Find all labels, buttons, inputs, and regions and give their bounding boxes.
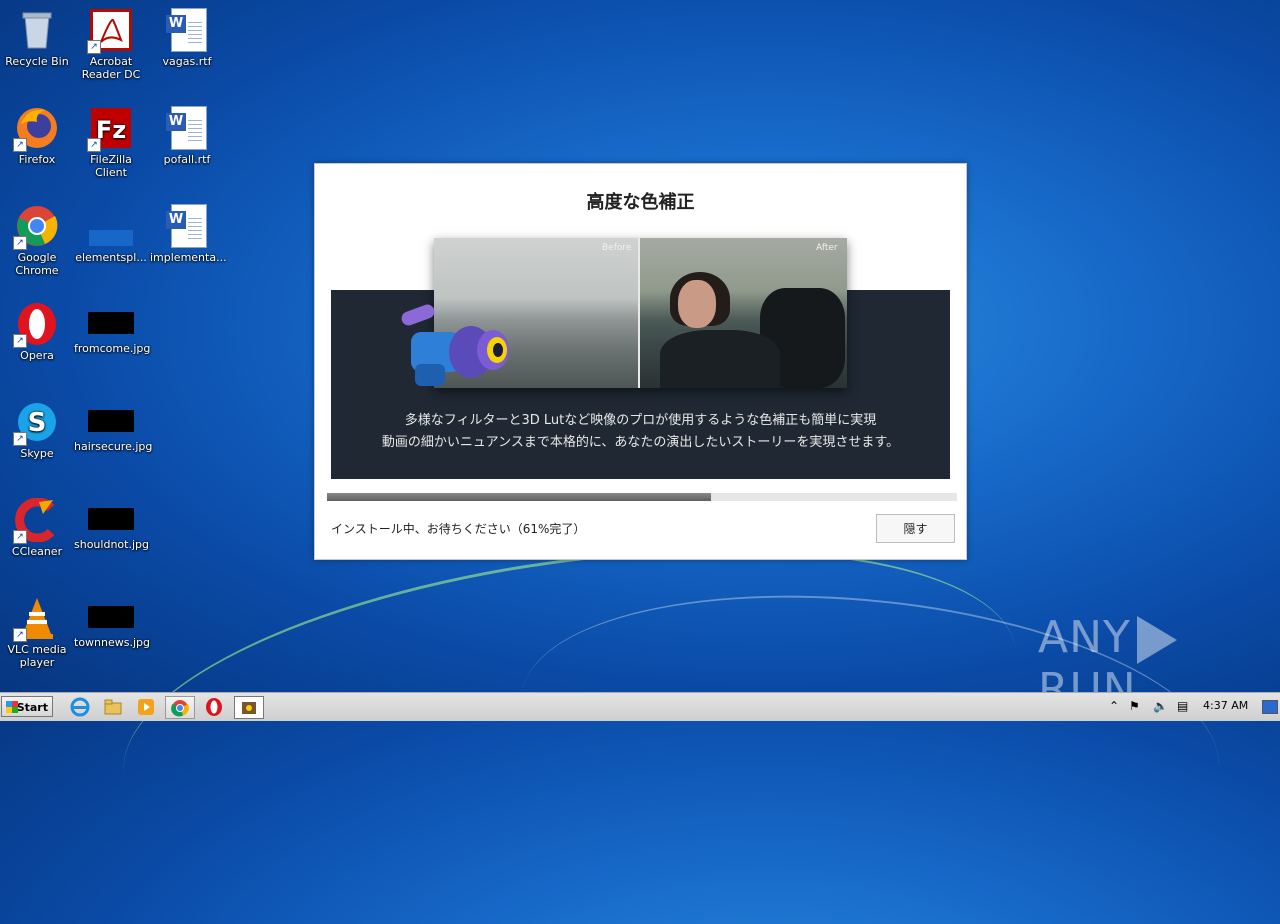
word-doc-icon: W [165,8,209,52]
installer-dialog: 高度な色補正 多様なフィルターと3D Lutなど映像のプロが使用するような色補正… [314,163,967,560]
opera-icon: ↗ [13,302,59,348]
desktop-icon-vlc[interactable]: ↗ VLC media player [0,596,74,669]
ccleaner-icon: ↗ [13,497,59,544]
desktop-icon-label: Opera [20,349,54,362]
windows-logo-icon [6,701,18,713]
desktop-icon-label: VLC media player [7,643,67,669]
desktop-icon-vagas[interactable]: W vagas.rtf [150,8,224,68]
word-doc-icon: W [165,204,209,248]
word-doc-icon: W [165,106,209,150]
install-progress-fill [327,493,712,501]
install-status-text: インストール中、お待ちください（61%完了） [331,522,586,536]
show-hidden-icons-chevron-icon[interactable]: ⌃ [1109,699,1119,713]
desktop-icon-pofall[interactable]: W pofall.rtf [150,106,224,166]
explorer-taskbar-icon[interactable] [99,696,127,717]
start-label: Start [16,701,48,714]
after-image [640,238,847,388]
blank-file-icon [89,204,133,248]
desktop-icon-label: Google Chrome [15,251,59,277]
chrome-icon: ↗ [13,204,59,250]
skype-icon: S ↗ [13,400,59,446]
desktop-icon-recycle-bin[interactable]: Recycle Bin [0,8,74,68]
hide-button[interactable]: 隠す [876,514,955,543]
banner-description: 多様なフィルターと3D Lutなど映像のプロが使用するような色補正も簡単に実現 … [331,410,950,454]
desktop-icon-shouldnot[interactable]: shouldnot.jpg [74,498,149,551]
jpg-thumb-icon [88,312,134,334]
start-button[interactable]: Start [1,696,53,717]
install-progress-bar [327,493,957,501]
desktop-icon-label: FileZilla Client [90,153,132,179]
recycle-bin-icon [15,8,59,52]
desktop-icon-label: CCleaner [11,545,63,558]
play-logo-icon [1136,616,1177,664]
before-label: Before [602,243,632,253]
compare-divider [638,238,640,388]
svg-text:S: S [28,408,47,438]
desktop-icon-label: Skype [20,447,54,460]
desktop-icon-label: vagas.rtf [162,55,212,68]
desktop-icon-label: hairsecure.jpg [74,440,153,453]
desktop-icon-label: implementa... [150,251,227,264]
desktop-icon-label: Firefox [18,153,56,166]
acrobat-icon: ↗ [87,8,133,54]
filezilla-icon: Fz ↗ [87,106,133,152]
desktop-icon-filezilla[interactable]: Fz ↗ FileZilla Client [74,106,148,179]
firefox-icon: ↗ [13,106,59,152]
desktop-icon-label: townnews.jpg [74,636,150,649]
media-player-taskbar-icon[interactable] [132,696,160,717]
desktop-icon-label: Recycle Bin [5,55,69,68]
desktop-icon-skype[interactable]: S ↗ Skype [0,400,74,460]
banner-line-2: 動画の細かいニュアンスまで本格的に、あなたの演出したいストーリーを実現させます。 [381,435,900,450]
ie-taskbar-icon[interactable] [66,696,94,717]
desktop-icon-implementa[interactable]: W implementa... [150,204,227,264]
jpg-thumb-icon [88,606,134,628]
desktop-icon-label: fromcome.jpg [74,342,151,355]
watermark-any: ANY [1038,612,1131,663]
desktop-icon-label: shouldnot.jpg [74,538,149,551]
installer-taskbar-icon[interactable] [234,696,264,719]
opera-taskbar-icon[interactable] [200,696,228,717]
after-label: After [816,243,838,253]
volume-icon[interactable]: 🔈 [1153,699,1168,713]
chrome-taskbar-icon[interactable] [165,696,195,719]
banner-line-1: 多様なフィルターと3D Lutなど映像のプロが使用するような色補正も簡単に実現 [404,413,877,428]
desktop-icon-label: elementspl... [75,251,147,264]
desktop-icon-acrobat[interactable]: ↗ Acrobat Reader DC [74,8,148,81]
taskbar-clock[interactable]: 4:37 AM [1203,699,1248,712]
network-icon[interactable]: ▤ [1177,699,1188,713]
jpg-thumb-icon [88,410,134,432]
action-center-flag-icon[interactable]: ⚑ [1129,699,1140,713]
desktop-icon-ccleaner[interactable]: ↗ CCleaner [0,497,74,558]
desktop-icon-hairsecure[interactable]: hairsecure.jpg [74,400,153,453]
dialog-title: 高度な色補正 [586,192,695,213]
desktop-icon-chrome[interactable]: ↗ Google Chrome [0,204,74,277]
desktop-icon-fromcome[interactable]: fromcome.jpg [74,302,151,355]
desktop-icon-opera[interactable]: ↗ Opera [0,302,74,362]
show-desktop-button[interactable] [1262,700,1278,714]
jpg-thumb-icon [88,508,134,530]
desktop-icon-elementspl[interactable]: elementspl... [74,204,148,264]
taskbar: Start ⌃ ⚑ 🔈 ▤ 4:37 AM [0,692,1280,721]
desktop-icon-label: Acrobat Reader DC [81,55,141,81]
camera-lens-illustration [401,304,509,386]
desktop-icon-townnews[interactable]: townnews.jpg [74,596,150,649]
desktop-icon-firefox[interactable]: ↗ Firefox [0,106,74,166]
desktop-icon-label: pofall.rtf [163,153,211,166]
vlc-icon: ↗ [13,596,59,642]
